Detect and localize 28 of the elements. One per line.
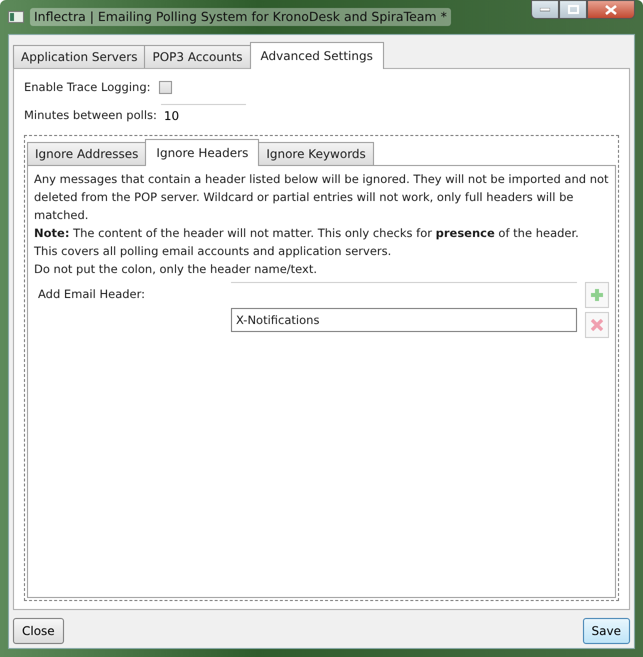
add-header-label: Add Email Header: — [38, 286, 146, 304]
tab[interactable]: Application Servers — [13, 45, 146, 68]
plus-icon — [590, 288, 604, 302]
instruction-text: Note: The content of the header will not matter. This only checks for presence of the header. — [34, 225, 580, 242]
close-button[interactable] — [587, 0, 635, 19]
instruction-text: Any messages that contain a header listed below will be ignored. They will not be imported and not deleted from the POP server. Wildcard or partial entries will not work, only full headers will be matched. — [34, 171, 609, 224]
tab[interactable]: Advanced Settings — [250, 42, 384, 69]
dialog-button[interactable]: Save — [582, 618, 630, 644]
tab[interactable]: POP3 Accounts — [144, 45, 251, 68]
maximize-icon — [568, 5, 578, 14]
remove-button[interactable] — [585, 312, 609, 338]
app-icon — [8, 11, 24, 23]
window-title: Inflectra | Emailing Polling System for KronoDesk and SpiraTeam * — [30, 8, 451, 26]
minutes-label: Minutes between polls: — [24, 107, 157, 124]
add-button[interactable] — [585, 282, 609, 308]
trace-logging-checkbox[interactable] — [158, 81, 172, 94]
tab[interactable]: Ignore Keywords — [258, 142, 374, 166]
cross-icon — [591, 319, 603, 332]
instruction-text: This covers all polling email accounts and application servers. — [34, 243, 392, 260]
maximize-button[interactable] — [559, 0, 587, 19]
dialog-button[interactable]: Close — [13, 618, 64, 644]
trace-logging-label: Enable Trace Logging: — [24, 79, 150, 96]
tab[interactable]: Ignore Headers — [145, 139, 260, 166]
minimize-icon — [540, 8, 550, 12]
instruction-text: Do not put the colon, only the header name/text. — [34, 261, 318, 278]
tab[interactable]: Ignore Addresses — [27, 142, 146, 166]
close-icon — [605, 4, 617, 14]
minimize-button[interactable] — [531, 0, 559, 19]
